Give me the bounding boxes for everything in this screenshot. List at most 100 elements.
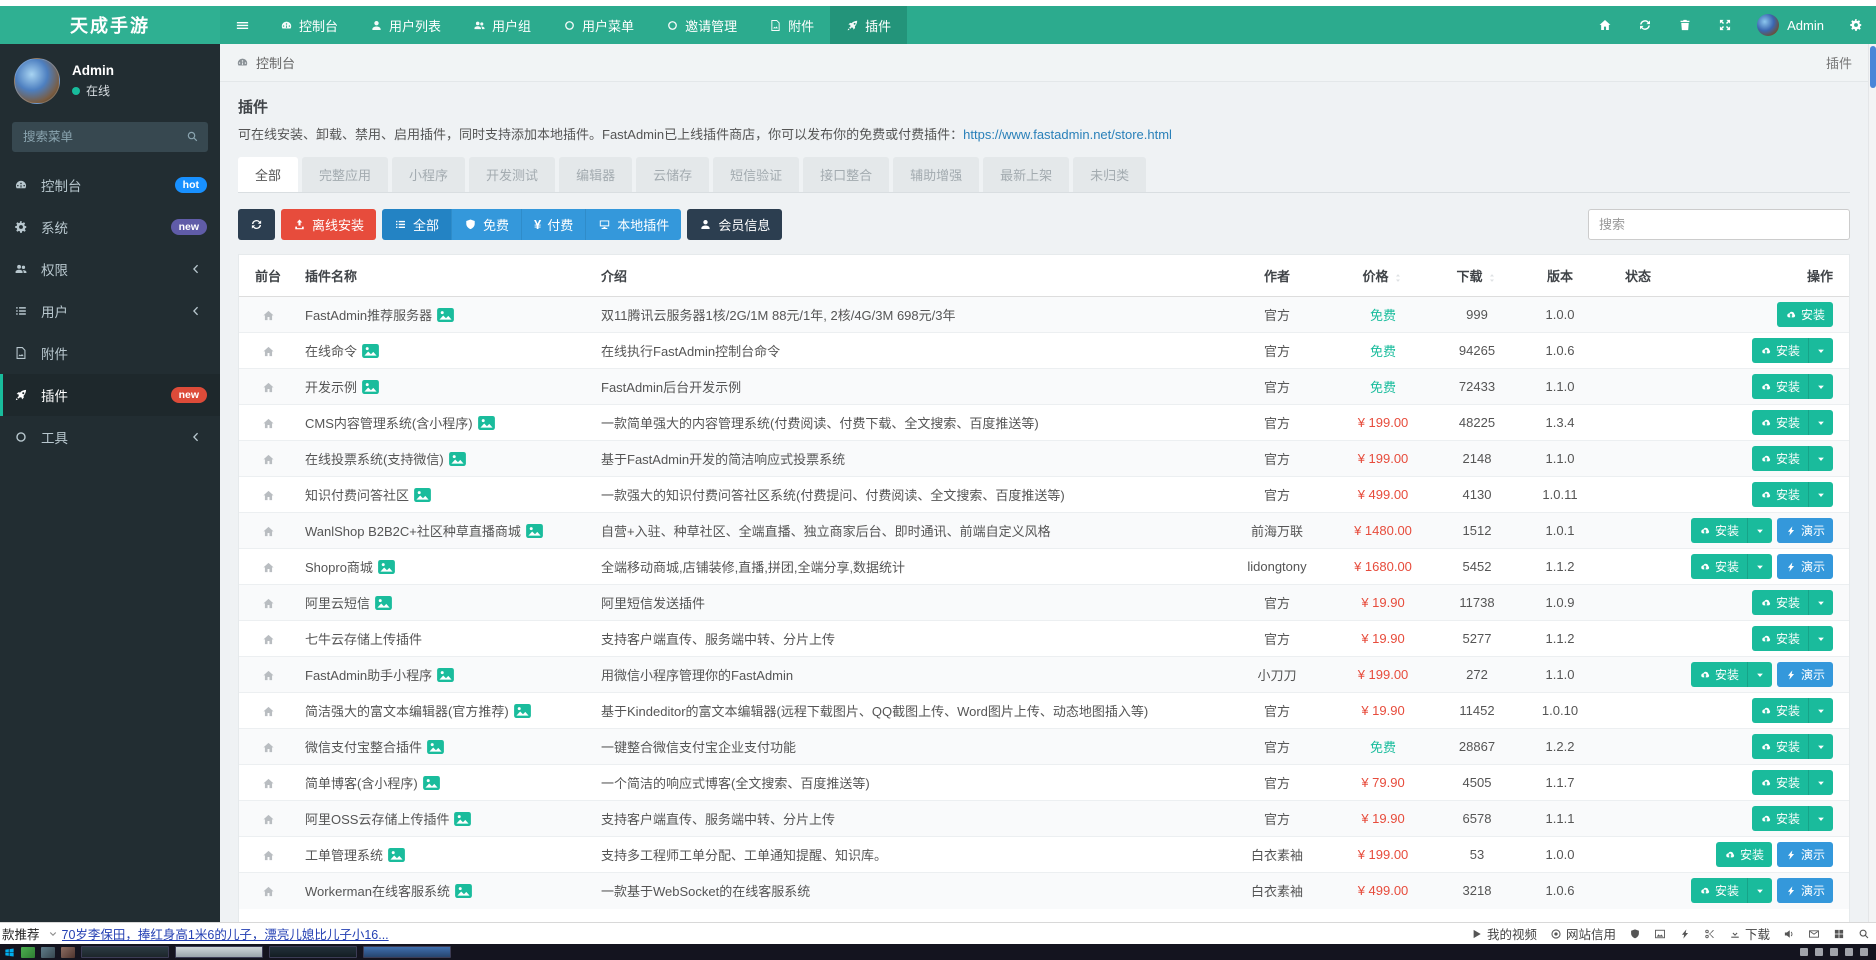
sidebar-item-工具[interactable]: 工具 [0, 416, 220, 458]
filter-本地插件-button[interactable]: 本地插件 [585, 209, 681, 240]
demo-button[interactable]: 演示 [1777, 554, 1833, 579]
install-button[interactable]: 安装 [1752, 698, 1833, 723]
install-dropdown-toggle[interactable] [1808, 698, 1833, 723]
demo-button[interactable]: 演示 [1777, 662, 1833, 687]
download-button[interactable]: 下载 [1729, 924, 1770, 943]
taskbar-window-tile[interactable] [81, 946, 169, 958]
nav-item-附件[interactable]: 附件 [753, 6, 830, 44]
member-info-button[interactable]: 会员信息 [687, 209, 782, 240]
install-main-segment[interactable]: 安装 [1691, 554, 1747, 579]
tray-icon[interactable] [1845, 948, 1853, 956]
scrollbar-thumb[interactable] [1870, 46, 1876, 88]
install-main-segment[interactable]: 安装 [1752, 482, 1808, 507]
plugin-name[interactable]: Shopro商城 [305, 560, 373, 575]
demo-button[interactable]: 演示 [1777, 518, 1833, 543]
sidebar-item-用户[interactable]: 用户 [0, 290, 220, 332]
taskbar-app-icon[interactable] [41, 947, 55, 958]
install-main-segment[interactable]: 安装 [1691, 518, 1747, 543]
install-main-segment[interactable]: 安装 [1777, 302, 1833, 327]
install-dropdown-toggle[interactable] [1808, 734, 1833, 759]
settings-button[interactable] [1836, 6, 1876, 44]
taskbar-app-icon[interactable] [61, 947, 75, 958]
taskbar-window-tile[interactable] [269, 946, 357, 958]
sidebar-item-附件[interactable]: 附件 [0, 332, 220, 374]
plugin-name[interactable]: CMS内容管理系统(含小程序) [305, 416, 473, 431]
install-main-segment[interactable]: 安装 [1691, 662, 1747, 687]
install-button[interactable]: 安装 [1716, 842, 1772, 867]
tray-icon[interactable] [1815, 948, 1823, 956]
tray-icon[interactable] [1800, 948, 1808, 956]
site-credit-button[interactable]: 网站信用 [1550, 924, 1616, 943]
clear-cache-button[interactable] [1665, 6, 1705, 44]
plugin-name[interactable]: FastAdmin助手小程序 [305, 668, 432, 683]
start-button[interactable] [4, 947, 15, 958]
plugin-name[interactable]: 微信支付宝整合插件 [305, 740, 422, 755]
shield-icon[interactable] [1629, 928, 1641, 940]
install-main-segment[interactable]: 安装 [1691, 878, 1747, 903]
mail-icon[interactable] [1808, 928, 1820, 940]
install-button[interactable]: 安装 [1777, 302, 1833, 327]
search-icon[interactable] [1858, 928, 1870, 940]
install-main-segment[interactable]: 安装 [1752, 626, 1808, 651]
install-main-segment[interactable]: 安装 [1752, 338, 1808, 363]
install-dropdown-toggle[interactable] [1808, 338, 1833, 363]
tab-开发测试[interactable]: 开发测试 [469, 157, 555, 192]
tab-云储存[interactable]: 云储存 [636, 157, 709, 192]
install-dropdown-toggle[interactable] [1808, 590, 1833, 615]
install-main-segment[interactable]: 安装 [1752, 410, 1808, 435]
install-main-segment[interactable]: 安装 [1752, 698, 1808, 723]
filter-免费-button[interactable]: 免费 [451, 209, 521, 240]
table-search-input[interactable] [1588, 209, 1850, 240]
install-button[interactable]: 安装 [1691, 878, 1772, 903]
install-button[interactable]: 安装 [1691, 554, 1772, 579]
tab-小程序[interactable]: 小程序 [392, 157, 465, 192]
plugin-name[interactable]: 阿里OSS云存储上传插件 [305, 812, 449, 827]
install-button[interactable]: 安装 [1752, 410, 1833, 435]
install-button[interactable]: 安装 [1691, 518, 1772, 543]
install-button[interactable]: 安装 [1752, 446, 1833, 471]
install-main-segment[interactable]: 安装 [1752, 770, 1808, 795]
tray-icon[interactable] [1860, 948, 1868, 956]
install-dropdown-toggle[interactable] [1747, 662, 1772, 687]
install-button[interactable]: 安装 [1752, 734, 1833, 759]
offline-install-button[interactable]: 离线安装 [281, 209, 376, 240]
plugin-name[interactable]: Workerman在线客服系统 [305, 884, 450, 899]
demo-segment[interactable]: 演示 [1777, 518, 1833, 543]
plugin-name[interactable]: 在线命令 [305, 344, 357, 359]
taskbar-app-icon[interactable] [21, 947, 35, 958]
demo-button[interactable]: 演示 [1777, 842, 1833, 867]
image-icon[interactable] [1654, 928, 1666, 940]
filter-付费-button[interactable]: ¥付费 [521, 209, 585, 240]
install-dropdown-toggle[interactable] [1808, 410, 1833, 435]
my-videos-button[interactable]: 我的视频 [1471, 924, 1537, 943]
tab-接口整合[interactable]: 接口整合 [803, 157, 889, 192]
plugin-name[interactable]: 简单博客(含小程序) [305, 776, 418, 791]
install-dropdown-toggle[interactable] [1808, 806, 1833, 831]
user-menu[interactable]: Admin [1745, 14, 1836, 36]
install-button[interactable]: 安装 [1752, 590, 1833, 615]
tab-全部[interactable]: 全部 [238, 157, 298, 192]
demo-segment[interactable]: 演示 [1777, 878, 1833, 903]
install-main-segment[interactable]: 安装 [1752, 806, 1808, 831]
plugin-name[interactable]: 开发示例 [305, 380, 357, 395]
install-button[interactable]: 安装 [1752, 482, 1833, 507]
tab-短信验证[interactable]: 短信验证 [713, 157, 799, 192]
install-main-segment[interactable]: 安装 [1752, 374, 1808, 399]
install-dropdown-toggle[interactable] [1747, 878, 1772, 903]
tab-未归类[interactable]: 未归类 [1073, 157, 1146, 192]
sidebar-item-插件[interactable]: 插件new [0, 374, 220, 416]
store-link[interactable]: https://www.fastadmin.net/store.html [963, 127, 1172, 142]
sidebar-item-控制台[interactable]: 控制台hot [0, 164, 220, 206]
sidebar-item-系统[interactable]: 系统new [0, 206, 220, 248]
tab-编辑器[interactable]: 编辑器 [559, 157, 632, 192]
taskbar-window-tile[interactable] [363, 946, 451, 958]
tab-最新上架[interactable]: 最新上架 [983, 157, 1069, 192]
fullscreen-button[interactable] [1705, 6, 1745, 44]
tray-icon[interactable] [1830, 948, 1838, 956]
plugin-name[interactable]: 知识付费问答社区 [305, 488, 409, 503]
plugin-name[interactable]: WanlShop B2B2C+社区种草直播商城 [305, 524, 521, 539]
plugin-name[interactable]: 工单管理系统 [305, 848, 383, 863]
install-main-segment[interactable]: 安装 [1752, 734, 1808, 759]
install-dropdown-toggle[interactable] [1808, 626, 1833, 651]
nav-item-控制台[interactable]: 控制台 [264, 6, 354, 44]
